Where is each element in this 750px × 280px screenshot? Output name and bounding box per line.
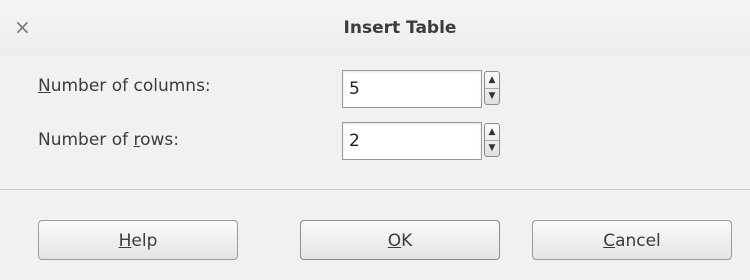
cancel-mnemonic: C — [603, 231, 616, 251]
separator — [0, 189, 750, 190]
columns-label: Number of columns: — [38, 76, 211, 96]
dialog-title: Insert Table — [343, 18, 457, 38]
columns-spinbox: 5 ▲ ▼ — [342, 70, 502, 108]
help-button[interactable]: Help — [38, 220, 238, 260]
columns-value: 5 — [349, 79, 360, 99]
columns-label-text: umber of columns: — [50, 76, 211, 96]
ok-text: K — [401, 231, 413, 251]
cancel-text: ancel — [615, 231, 661, 251]
rows-increment-icon[interactable]: ▲ — [485, 124, 499, 141]
cancel-button[interactable]: Cancel — [532, 220, 732, 260]
rows-value: 2 — [349, 131, 360, 151]
rows-label: Number of rows: — [38, 130, 179, 150]
title-bar: × Insert Table — [0, 0, 750, 56]
rows-spinbox: 2 ▲ ▼ — [342, 122, 502, 160]
rows-stepper: ▲ ▼ — [484, 123, 500, 157]
rows-label-text: ows: — [140, 130, 179, 150]
help-text: elp — [131, 231, 158, 251]
dialog-content: Number of columns: 5 ▲ ▼ Number of rows:… — [0, 56, 750, 188]
columns-decrement-icon[interactable]: ▼ — [485, 88, 499, 104]
columns-increment-icon[interactable]: ▲ — [485, 72, 499, 89]
cancel-button-label: Cancel — [603, 231, 661, 251]
columns-label-mnemonic: N — [38, 76, 51, 96]
rows-input[interactable]: 2 — [342, 122, 482, 160]
rows-decrement-icon[interactable]: ▼ — [485, 140, 499, 156]
ok-mnemonic: O — [387, 231, 402, 251]
columns-input[interactable]: 5 — [342, 70, 482, 108]
rows-label-prefix: Number of — [38, 130, 134, 150]
help-button-label: Help — [119, 231, 158, 251]
ok-button[interactable]: OK — [300, 220, 500, 260]
ok-button-label: OK — [388, 231, 413, 251]
help-mnemonic: H — [118, 231, 132, 251]
columns-stepper: ▲ ▼ — [484, 71, 500, 105]
